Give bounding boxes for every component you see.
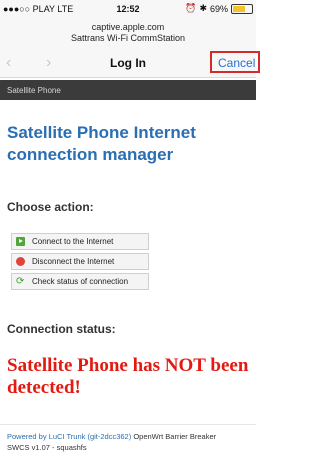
bluetooth-icon: ✱	[199, 3, 207, 13]
check-status-button-label: Check status of connection	[32, 277, 129, 286]
status-message: Satellite Phone has NOT been detected!	[7, 355, 249, 398]
alarm-icon: ⏰	[185, 3, 197, 13]
footer-line-1: Powered by LuCI Trunk (git-2dcc362) Open…	[7, 431, 263, 442]
disconnect-button[interactable]: Disconnect the Internet	[11, 253, 149, 270]
connect-button-label: Connect to the Internet	[32, 237, 114, 246]
battery-fill	[233, 5, 245, 12]
connection-status-label: Connection status:	[7, 322, 116, 336]
nav-bar: ‹ › Log In Cancel	[0, 48, 260, 78]
footer: Powered by LuCI Trunk (git-2dcc362) Open…	[7, 431, 263, 453]
status-right: ⏰ ✱ 69%	[185, 3, 253, 14]
status-bar: ●●●○○ PLAY LTE 12:52 ⏰ ✱ 69%	[0, 0, 256, 18]
footer-divider	[0, 424, 256, 425]
refresh-icon: ⟳	[16, 276, 25, 287]
battery-percent: 69%	[209, 3, 228, 14]
footer-openwrt: OpenWrt Barrier Breaker	[131, 432, 217, 441]
check-status-button[interactable]: ⟳ Check status of connection	[11, 273, 149, 290]
footer-line-2: SWCS v1.07 - squashfs	[7, 443, 87, 452]
domain-text: captive.apple.com	[91, 22, 165, 32]
page-title: Sattrans Wi-Fi CommStation	[70, 33, 186, 43]
cancel-button[interactable]: Cancel	[210, 51, 260, 73]
luci-link[interactable]: Powered by LuCI Trunk (git-2dcc362)	[7, 432, 131, 441]
url-bar: captive.apple.com Sattrans Wi-Fi CommSta…	[0, 18, 256, 48]
connect-button[interactable]: Connect to the Internet	[11, 233, 149, 250]
header-bar-label: Satellite Phone	[7, 86, 61, 95]
header-bar: Satellite Phone	[0, 80, 256, 100]
choose-action-label: Choose action:	[7, 200, 94, 214]
stop-red-icon	[16, 257, 25, 266]
disconnect-button-label: Disconnect the Internet	[32, 257, 115, 266]
play-green-icon	[16, 237, 25, 246]
battery-icon	[231, 3, 253, 14]
page-heading: Satellite Phone Internet connection mana…	[7, 123, 196, 164]
